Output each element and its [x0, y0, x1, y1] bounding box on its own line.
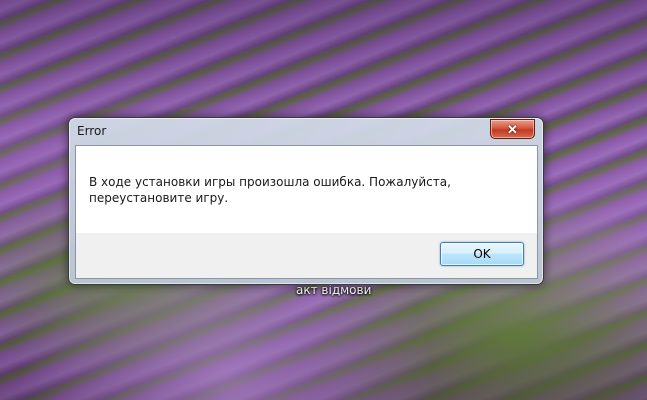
close-icon: ✕: [507, 121, 518, 137]
desktop-icon-label[interactable]: акт відмови: [296, 283, 371, 297]
close-button[interactable]: ✕: [490, 119, 535, 139]
dialog-title: Error: [77, 124, 107, 138]
ok-button[interactable]: OK: [440, 242, 524, 266]
dialog-body: В ходе установки игры произошла ошибка. …: [75, 145, 538, 279]
error-dialog: Error ✕ В ходе установки игры произошла …: [68, 117, 544, 285]
error-message: В ходе установки игры произошла ошибка. …: [89, 175, 451, 205]
message-area: В ходе установки игры произошла ошибка. …: [76, 146, 537, 233]
dialog-titlebar[interactable]: Error ✕: [69, 118, 543, 144]
